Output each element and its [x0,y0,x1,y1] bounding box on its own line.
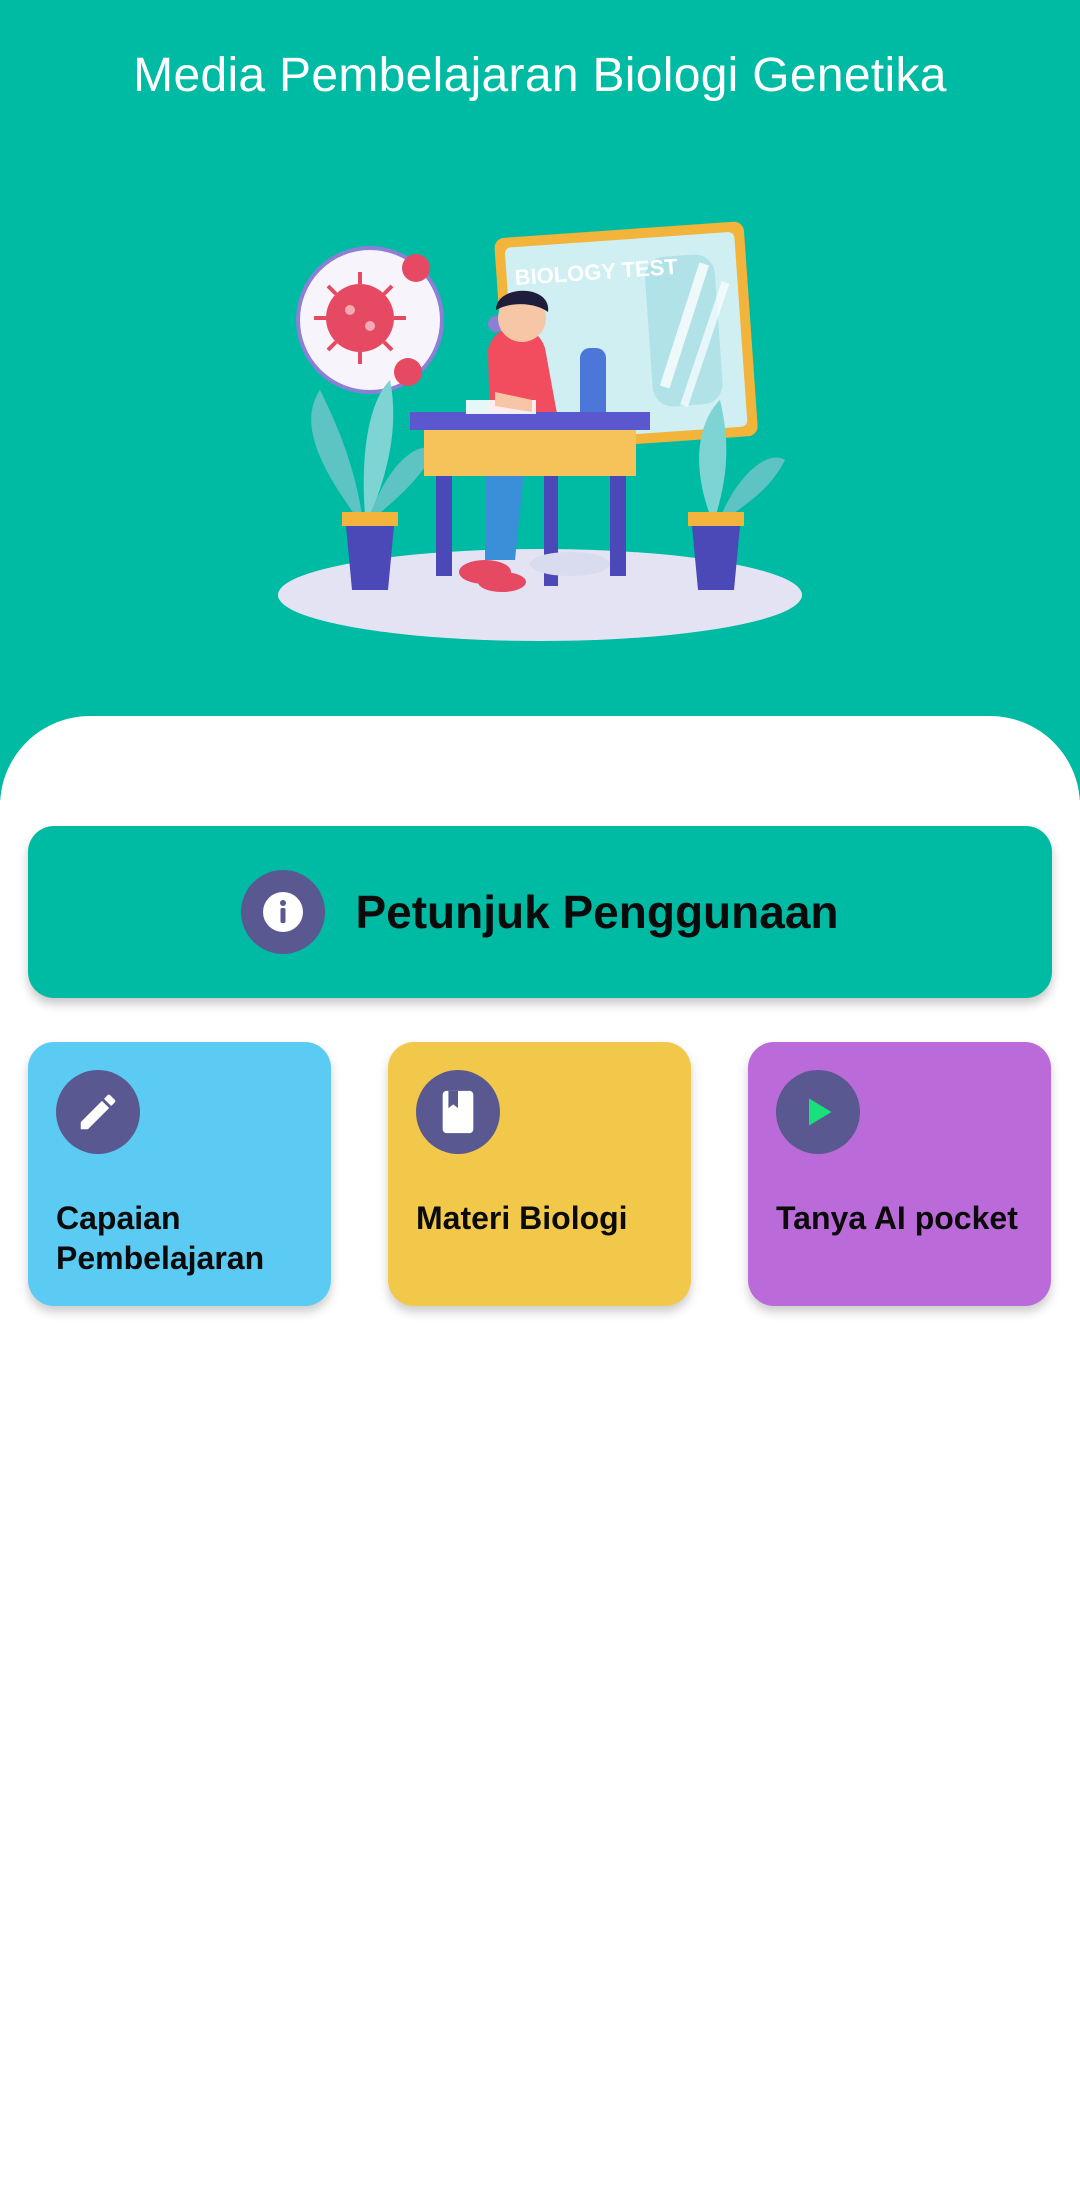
info-icon [241,870,326,954]
header: Media Pembelajaran Biologi Genetika BIOL… [0,0,1080,800]
ask-ai-pocket-label: Tanya AI pocket [776,1200,1018,1236]
book-icon [416,1070,500,1154]
usage-guide-label: Petunjuk Penggunaan [355,886,839,938]
biology-study-illustration: BIOLOGY TEST [278,221,802,641]
learning-outcomes-label: Capaian Pembelajaran [56,1200,265,1276]
biology-material-card[interactable]: Materi Biologi [388,1042,691,1306]
ask-ai-pocket-card[interactable]: Tanya AI pocket [748,1042,1051,1306]
biology-material-label: Materi Biologi [416,1200,628,1236]
pencil-icon [56,1070,140,1154]
usage-guide-button[interactable]: Petunjuk Penggunaan [28,826,1052,998]
play-icon [776,1070,860,1154]
app-title: Media Pembelajaran Biologi Genetika [133,49,947,102]
learning-outcomes-card[interactable]: Capaian Pembelajaran [28,1042,331,1306]
